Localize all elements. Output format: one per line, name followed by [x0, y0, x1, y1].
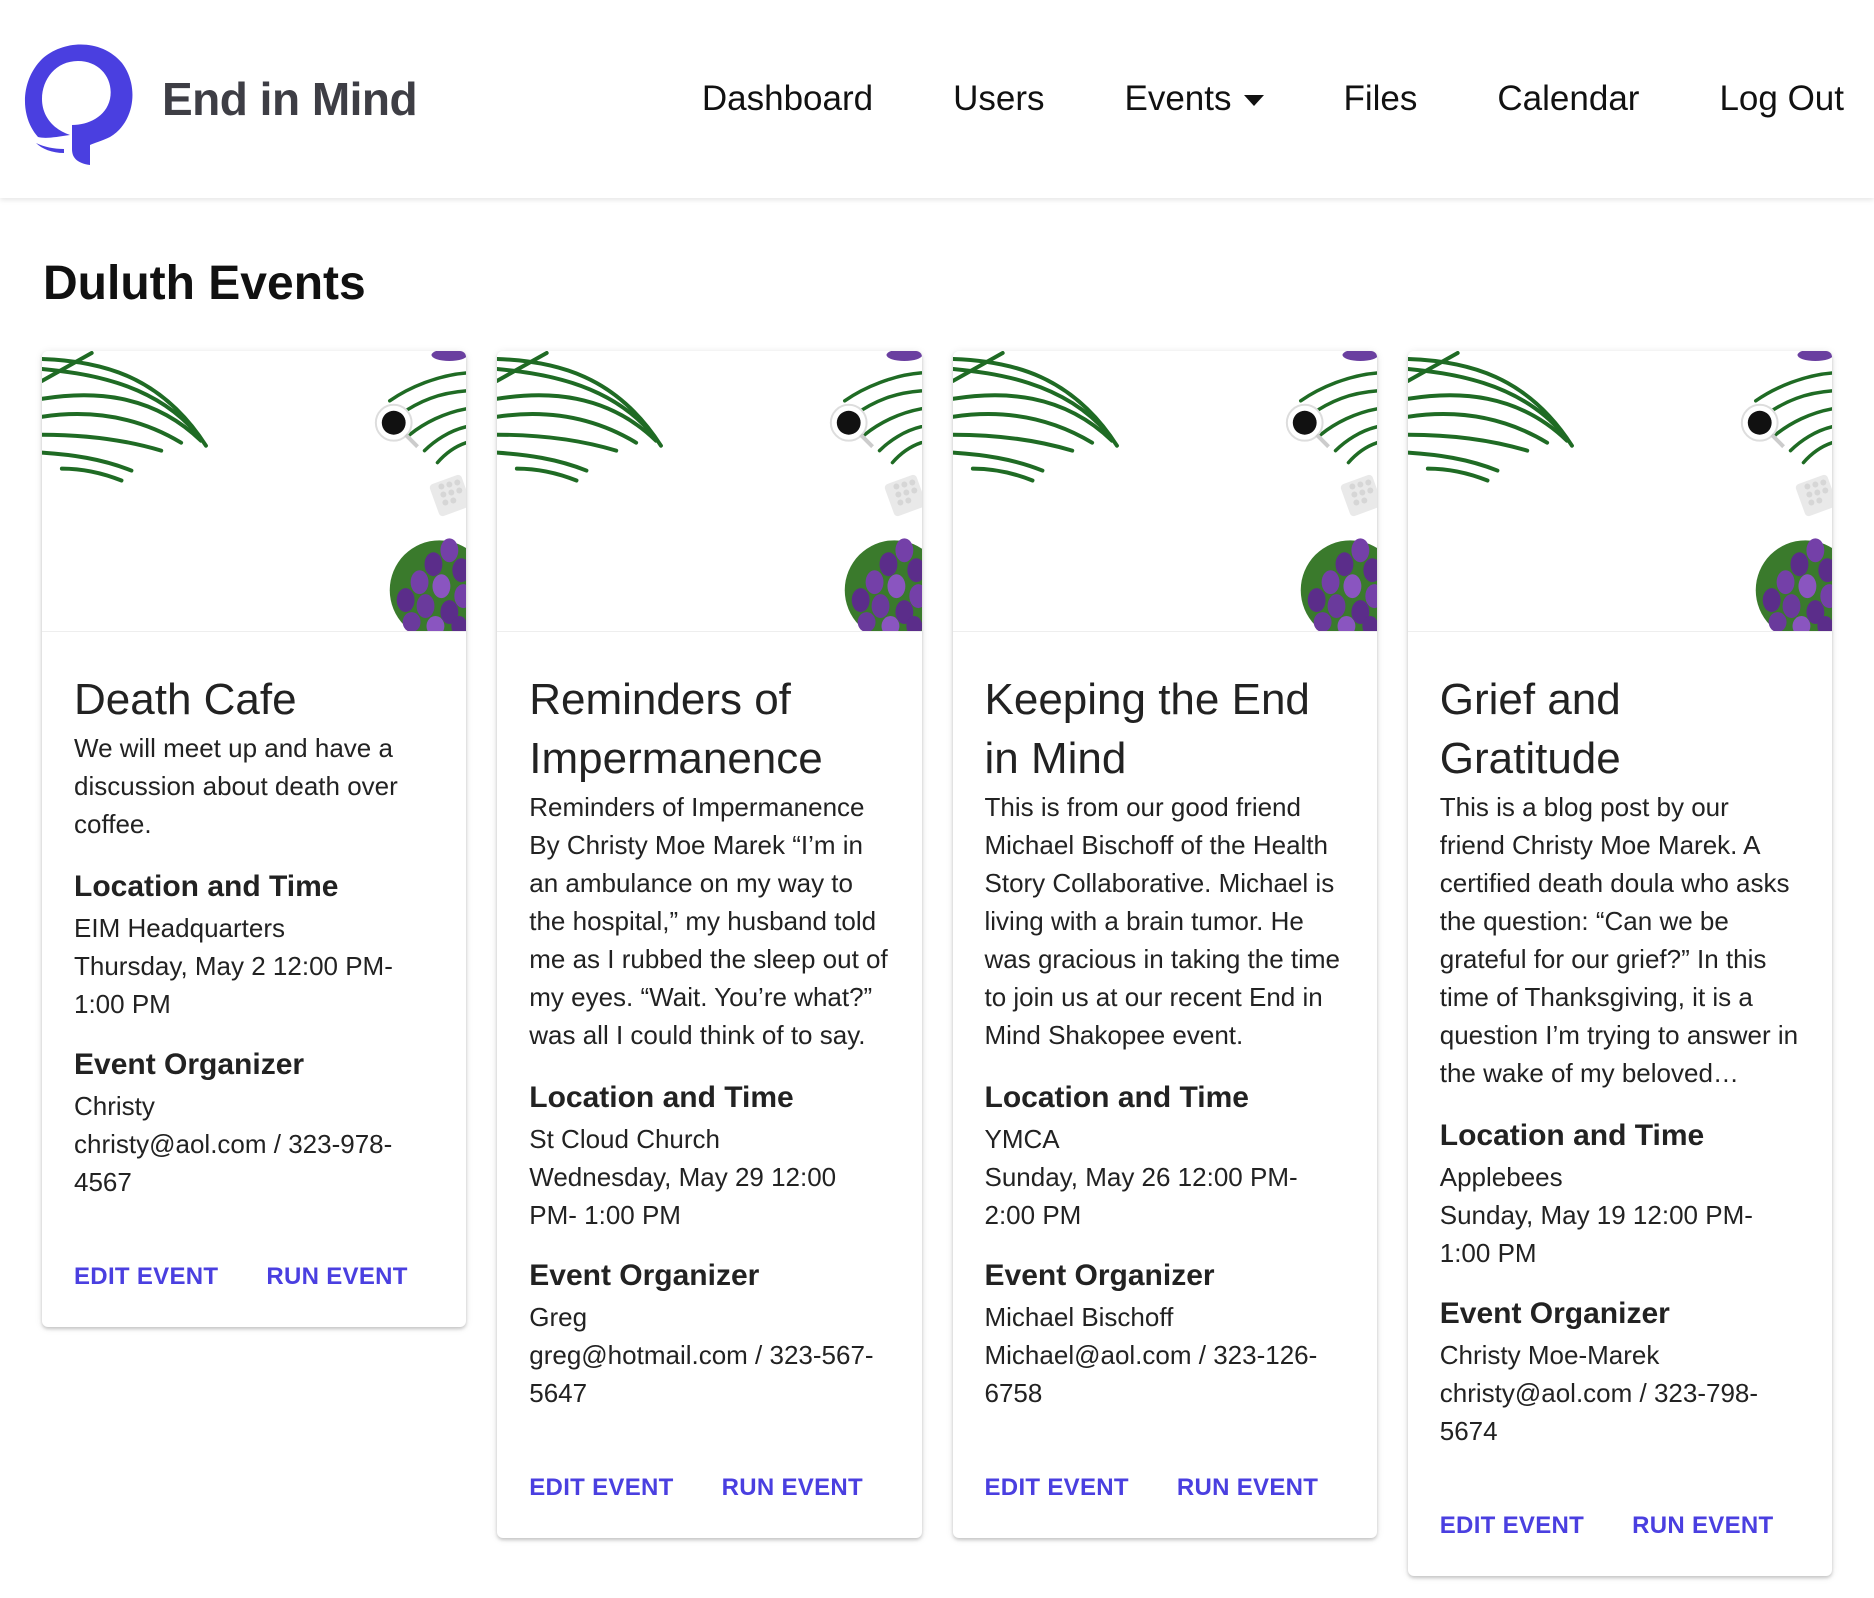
organizer-heading: Event Organizer — [74, 1048, 305, 1081]
organizer-heading: Event Organizer — [984, 1259, 1215, 1292]
app-root: End in Mind Dashboard Users Events Files… — [0, 0, 1874, 1598]
event-location-time: Applebees Sunday, May 19 12:00 PM- 1:00 … — [1440, 1158, 1800, 1272]
organizer-name: Michael Bischoff — [984, 1302, 1174, 1332]
event-description: This is from our good friend Michael Bis… — [984, 792, 1341, 1050]
nav-files[interactable]: Files — [1344, 79, 1418, 119]
event-time: Thursday, May 2 12:00 PM- 1:00 PM — [74, 951, 393, 1019]
location-time-heading: Location and Time — [74, 870, 339, 903]
event-location: Applebees — [1439, 1162, 1563, 1192]
event-location-time: St Cloud Church Wednesday, May 29 12:00 … — [529, 1120, 889, 1234]
brand[interactable]: End in Mind — [16, 33, 418, 165]
event-card-image — [42, 351, 467, 632]
event-time: Sunday, May 19 12:00 PM- 1:00 PM — [1439, 1200, 1753, 1268]
event-location: YMCA — [984, 1124, 1060, 1154]
main-content: Duluth Events Death Cafe We will meet up… — [0, 198, 1874, 1576]
logo-icon — [24, 44, 133, 165]
palm-coffee-tulips-illustration — [497, 351, 922, 631]
run-event-button[interactable]: RUN EVENT — [1632, 1512, 1773, 1540]
organizer-contact: Michael@aol.com / 323-126-6758 — [984, 1340, 1318, 1408]
organizer-heading: Event Organizer — [1439, 1297, 1670, 1330]
palm-coffee-tulips-illustration — [1407, 351, 1832, 631]
event-organizer: Christy Moe-Marek christy@aol.com / 323-… — [1440, 1336, 1800, 1450]
edit-event-button[interactable]: EDIT EVENT — [1440, 1512, 1584, 1540]
event-title: Grief and Gratitude — [1439, 675, 1621, 783]
event-organizer: Greg greg@hotmail.com / 323-567-5647 — [529, 1298, 889, 1412]
event-title: Keeping the End in Mind — [984, 675, 1310, 783]
nav-users[interactable]: Users — [953, 79, 1044, 119]
edit-event-button[interactable]: EDIT EVENT — [74, 1263, 218, 1291]
event-actions: EDIT EVENT RUN EVENT — [529, 1474, 889, 1502]
organizer-contact: greg@hotmail.com / 323-567-5647 — [529, 1340, 874, 1408]
edit-event-button[interactable]: EDIT EVENT — [529, 1474, 673, 1502]
event-actions: EDIT EVENT RUN EVENT — [74, 1263, 434, 1291]
run-event-button[interactable]: RUN EVENT — [266, 1263, 407, 1291]
nav-dashboard[interactable]: Dashboard — [702, 79, 873, 119]
nav-calendar[interactable]: Calendar — [1497, 79, 1639, 119]
top-navbar: End in Mind Dashboard Users Events Files… — [0, 0, 1874, 198]
edit-event-button[interactable]: EDIT EVENT — [985, 1474, 1129, 1502]
organizer-contact: christy@aol.com / 323-798-5674 — [1439, 1378, 1759, 1446]
location-time-heading: Location and Time — [984, 1081, 1249, 1114]
palm-coffee-tulips-illustration — [42, 351, 467, 631]
event-card: Death Cafe We will meet up and have a di… — [42, 351, 467, 1327]
page-title: Duluth Events — [43, 257, 366, 310]
event-description: We will meet up and have a discussion ab… — [74, 733, 398, 839]
event-location: St Cloud Church — [529, 1124, 721, 1154]
main-nav: Dashboard Users Events Files Calendar Lo… — [702, 79, 1844, 119]
organizer-contact: christy@aol.com / 323-978-4567 — [74, 1129, 393, 1197]
nav-logout[interactable]: Log Out — [1719, 79, 1844, 119]
event-card-body: Grief and Gratitude This is a blog post … — [1408, 632, 1832, 1576]
nav-events-label: Events — [1124, 79, 1232, 118]
event-card-body: Reminders of Impermanence Reminders of I… — [497, 632, 921, 1538]
event-description: Reminders of Impermanence By Christy Moe… — [529, 792, 888, 1050]
event-time: Sunday, May 26 12:00 PM- 2:00 PM — [984, 1162, 1298, 1230]
event-actions: EDIT EVENT RUN EVENT — [985, 1474, 1345, 1502]
location-time-heading: Location and Time — [529, 1081, 794, 1114]
event-description: This is a blog post by our friend Christ… — [1439, 792, 1799, 1088]
run-event-button[interactable]: RUN EVENT — [1177, 1474, 1318, 1502]
palm-coffee-tulips-illustration — [952, 351, 1377, 631]
nav-events[interactable]: Events — [1125, 79, 1264, 119]
event-location-time: EIM Headquarters Thursday, May 2 12:00 P… — [74, 909, 434, 1023]
event-card-image — [952, 351, 1377, 632]
run-event-button[interactable]: RUN EVENT — [722, 1474, 863, 1502]
organizer-name: Greg — [529, 1302, 588, 1332]
event-card: Reminders of Impermanence Reminders of I… — [497, 351, 922, 1538]
event-title: Reminders of Impermanence — [529, 675, 823, 783]
event-title: Death Cafe — [74, 675, 297, 724]
event-card-list: Death Cafe We will meet up and have a di… — [42, 351, 1832, 1576]
event-actions: EDIT EVENT RUN EVENT — [1440, 1512, 1800, 1540]
organizer-name: Christy Moe-Marek — [1439, 1340, 1660, 1370]
organizer-name: Christy — [74, 1091, 155, 1121]
event-card-body: Keeping the End in Mind This is from our… — [953, 632, 1377, 1538]
event-time: Wednesday, May 29 12:00 PM- 1:00 PM — [529, 1162, 837, 1230]
event-location: EIM Headquarters — [74, 913, 285, 943]
event-card: Keeping the End in Mind This is from our… — [952, 351, 1377, 1538]
event-card-image — [497, 351, 922, 632]
event-location-time: YMCA Sunday, May 26 12:00 PM- 2:00 PM — [985, 1120, 1345, 1234]
event-card-image — [1407, 351, 1832, 632]
location-time-heading: Location and Time — [1439, 1119, 1705, 1152]
event-organizer: Christy christy@aol.com / 323-978-4567 — [74, 1087, 434, 1201]
event-card-body: Death Cafe We will meet up and have a di… — [42, 632, 466, 1327]
event-card: Grief and Gratitude This is a blog post … — [1407, 351, 1832, 1576]
brand-name: End in Mind — [162, 73, 418, 125]
caret-down-icon — [1243, 94, 1264, 106]
organizer-heading: Event Organizer — [529, 1259, 760, 1292]
event-organizer: Michael Bischoff Michael@aol.com / 323-1… — [985, 1298, 1345, 1412]
